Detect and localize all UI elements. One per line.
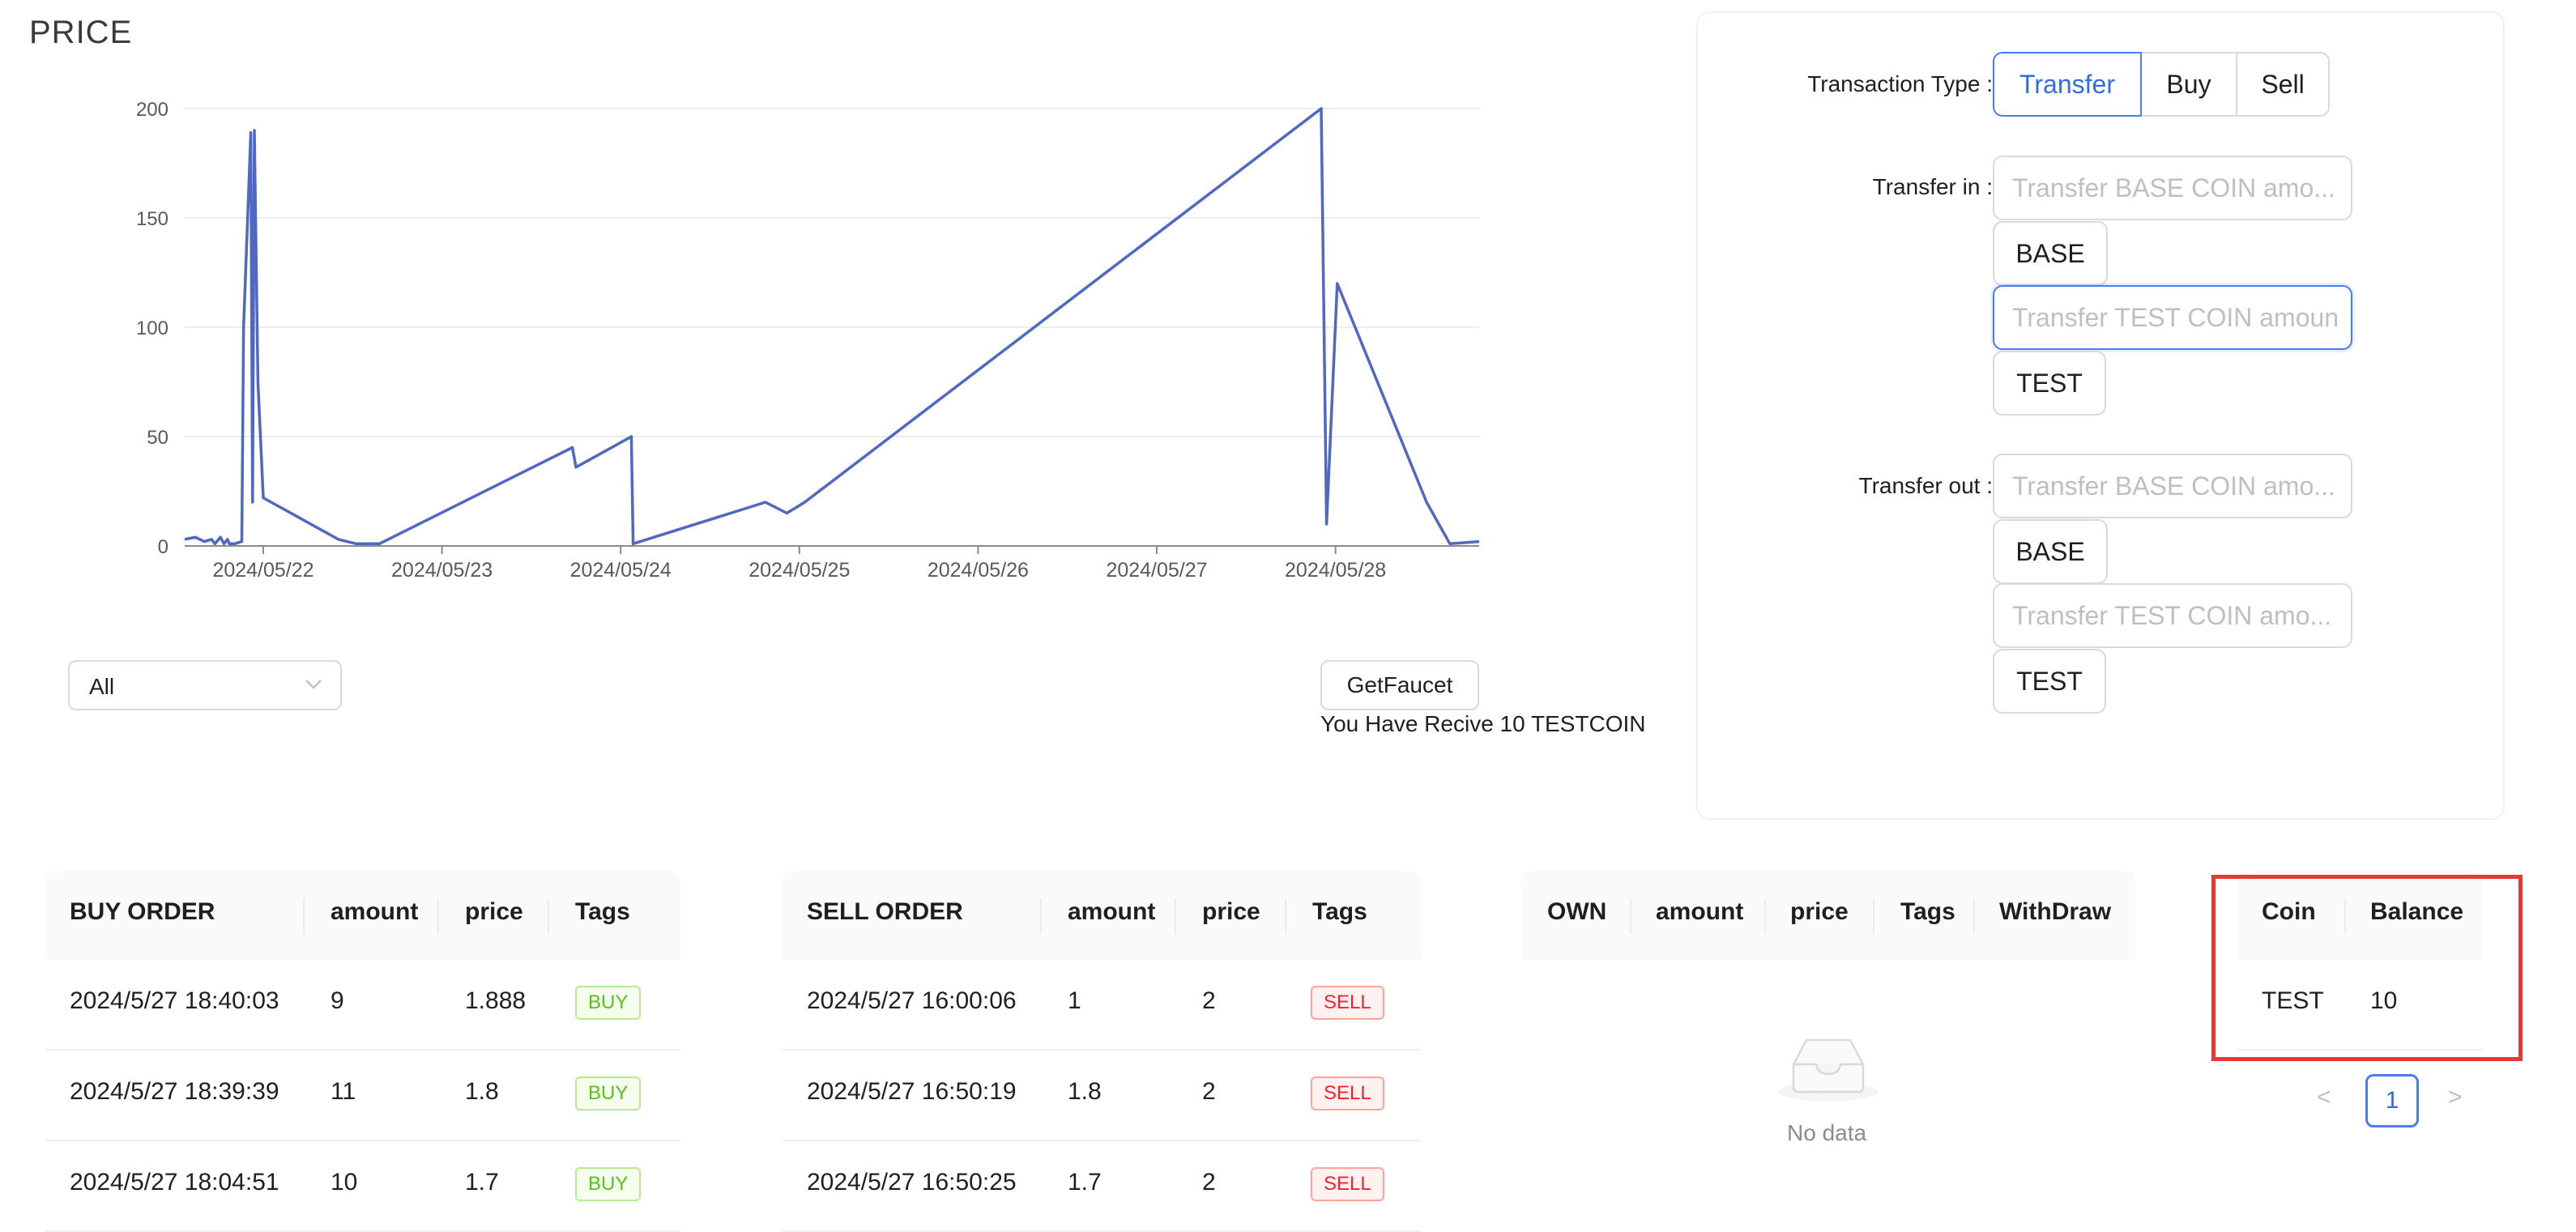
table-row: 2024/5/27 16:50:25 1.7 2 SELL <box>783 1141 1421 1232</box>
table-row: 2024/5/27 16:50:19 1.8 2 SELL <box>783 1051 1421 1141</box>
y-tick-label: 200 <box>136 99 168 121</box>
order-time: 2024/5/27 16:50:19 <box>807 1078 1017 1105</box>
page-next-button[interactable]: > <box>2448 1084 2463 1111</box>
column-header: OWN <box>1547 898 1607 925</box>
order-amount: 10 <box>331 1169 358 1196</box>
column-header: BUY ORDER <box>70 898 215 925</box>
tab-sell[interactable]: Sell <box>2236 52 2330 117</box>
sell-order-table: SELL ORDER amount price Tags 2024/5/27 1… <box>783 871 1421 1232</box>
column-header: price <box>465 898 523 925</box>
page-number-button[interactable]: 1 <box>2365 1074 2419 1128</box>
transfer-out-label: Transfer out : <box>1858 473 1993 498</box>
own-table: OWN amount price Tags WithDraw <box>1521 871 2135 960</box>
column-header: Tags <box>1900 898 1955 925</box>
column-divider <box>1040 898 1042 934</box>
transfer-out-base-input[interactable]: Transfer BASE COIN amo... <box>1993 454 2352 518</box>
column-divider <box>437 898 439 934</box>
order-price: 1.7 <box>465 1169 499 1196</box>
order-time: 2024/5/27 18:39:39 <box>70 1078 279 1105</box>
table-header: BUY ORDER amount price Tags <box>45 871 680 960</box>
order-amount: 11 <box>331 1078 356 1105</box>
y-tick-label: 100 <box>136 318 168 339</box>
table-row: 2024/5/27 18:39:39 11 1.8 BUY <box>45 1051 680 1141</box>
buy-order-table: BUY ORDER amount price Tags 2024/5/27 18… <box>45 871 680 1232</box>
sell-tag: SELL <box>1311 1076 1384 1111</box>
table-header: SELL ORDER amount price Tags <box>783 871 1421 960</box>
price-line <box>184 107 1480 546</box>
transfer-out-test-input[interactable]: Transfer TEST COIN amo... <box>1993 583 2352 648</box>
column-divider <box>1630 898 1631 934</box>
chevron-down-icon <box>305 680 322 689</box>
x-tick-label: 2024/05/23 <box>391 559 493 582</box>
table-row: 2024/5/27 18:04:51 10 1.7 BUY <box>45 1141 680 1232</box>
transfer-in-base-input[interactable]: Transfer BASE COIN amo... <box>1993 156 2352 220</box>
page-prev-button[interactable]: < <box>2317 1084 2331 1111</box>
order-amount: 1 <box>1068 987 1081 1014</box>
column-header: WithDraw <box>1999 898 2112 925</box>
transfer-in-test-input[interactable]: Transfer TEST COIN amoun <box>1993 285 2352 350</box>
order-time: 2024/5/27 18:04:51 <box>70 1169 279 1196</box>
range-select[interactable]: All <box>68 660 342 710</box>
x-tick-label: 2024/05/24 <box>570 559 672 582</box>
column-header: price <box>1790 898 1849 925</box>
order-time: 2024/5/27 16:00:06 <box>807 987 1017 1014</box>
column-header: price <box>1202 898 1260 925</box>
table-row: 2024/5/27 18:40:03 9 1.888 BUY <box>45 960 680 1051</box>
empty-text: No data <box>1787 1120 1867 1145</box>
y-tick-label: 50 <box>147 427 168 449</box>
column-divider <box>303 898 305 934</box>
buy-tag: BUY <box>575 1076 642 1111</box>
table-row: 2024/5/27 16:00:06 1 2 SELL <box>783 960 1421 1051</box>
order-time: 2024/5/27 16:50:25 <box>807 1169 1017 1196</box>
column-header: amount <box>331 898 419 925</box>
column-header: Tags <box>575 898 630 925</box>
column-divider <box>1973 898 1975 934</box>
x-tick-label: 2024/05/25 <box>748 559 850 582</box>
range-select-value: All <box>89 674 115 699</box>
transaction-type-label: Transaction Type : <box>1807 71 1993 96</box>
empty-inbox-icon <box>1778 1038 1879 1102</box>
price-chart: 0 50 100 150 200 2024/05/22 2024/05/23 2024/05… <box>136 99 1480 582</box>
buy-tag: BUY <box>575 986 642 1020</box>
x-tick-label: 2024/05/27 <box>1106 559 1207 582</box>
balance-highlight-box <box>2211 875 2523 1061</box>
faucet-message: You Have Recive 10 TESTCOIN <box>1320 711 1646 736</box>
order-price: 2 <box>1202 987 1216 1014</box>
table-header: OWN amount price Tags WithDraw <box>1521 871 2135 960</box>
y-tick-label: 150 <box>136 208 168 230</box>
sell-tag: SELL <box>1311 1167 1384 1201</box>
column-divider <box>1873 898 1874 934</box>
order-price: 1.8 <box>465 1078 499 1105</box>
order-price: 2 <box>1202 1169 1216 1196</box>
column-header: SELL ORDER <box>807 898 963 925</box>
column-header: Tags <box>1312 898 1367 925</box>
transfer-in-base-button[interactable]: BASE <box>1993 221 2108 286</box>
y-tick-label: 0 <box>158 536 168 558</box>
x-tick-label: 2024/05/26 <box>928 559 1029 582</box>
column-divider <box>1764 898 1766 934</box>
get-faucet-button[interactable]: GetFaucet <box>1320 660 1479 710</box>
order-price: 2 <box>1202 1078 1216 1105</box>
order-amount: 1.8 <box>1068 1078 1102 1105</box>
column-header: amount <box>1656 898 1744 925</box>
sell-tag: SELL <box>1311 986 1384 1020</box>
transfer-out-base-button[interactable]: BASE <box>1993 519 2108 584</box>
tab-transfer[interactable]: Transfer <box>1993 52 2142 117</box>
order-amount: 9 <box>331 987 344 1014</box>
transfer-in-label: Transfer in : <box>1872 174 1993 199</box>
buy-tag: BUY <box>575 1167 642 1201</box>
transfer-out-test-button[interactable]: TEST <box>1993 649 2106 714</box>
x-tick-label: 2024/05/28 <box>1285 559 1386 582</box>
order-time: 2024/5/27 18:40:03 <box>70 987 279 1014</box>
column-divider <box>548 898 549 934</box>
column-divider <box>1175 898 1176 934</box>
column-header: amount <box>1068 898 1156 925</box>
column-divider <box>1285 898 1286 934</box>
order-amount: 1.7 <box>1068 1169 1102 1196</box>
tab-buy[interactable]: Buy <box>2140 52 2237 117</box>
transfer-in-test-button[interactable]: TEST <box>1993 351 2106 416</box>
order-price: 1.888 <box>465 987 527 1014</box>
x-tick-label: 2024/05/22 <box>212 559 313 582</box>
